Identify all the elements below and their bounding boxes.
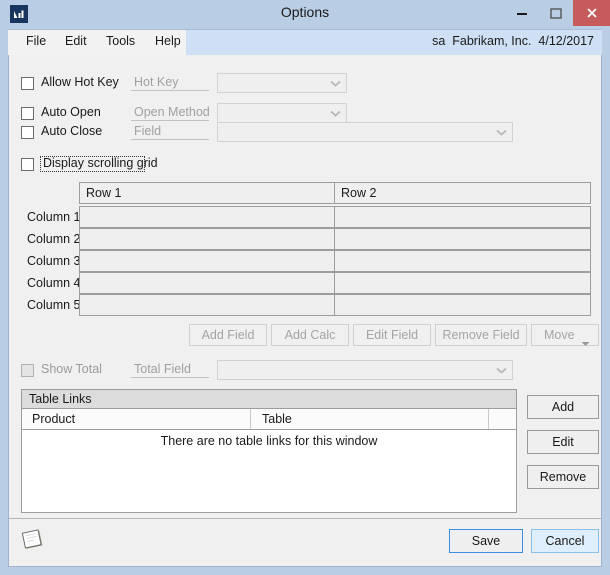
table-links-column-divider-2 [488,409,489,429]
open-method-field-label: Open Method [131,105,210,121]
edit-field-button[interactable]: Edit Field [353,324,431,346]
menu-bar: File Edit Tools Help sa Fabrikam, Inc. 4… [8,29,602,55]
grid-cell-r5c2[interactable] [334,294,591,316]
add-field-button[interactable]: Add Field [189,324,267,346]
open-method-combo[interactable] [217,103,347,123]
remove-field-button[interactable]: Remove Field [435,324,527,346]
display-scrolling-grid-label: Display scrolling grid [43,156,158,170]
auto-open-checkbox[interactable] [21,107,34,120]
menu-item-file[interactable]: File [24,34,48,48]
move-button-label: Move [544,328,575,342]
grid-column-header-row1: Row 1 [79,182,335,204]
show-total-checkbox[interactable] [21,364,34,377]
grid-row-label-column3: Column 3 [27,254,81,268]
add-calc-button[interactable]: Add Calc [271,324,349,346]
total-field-label: Total Field [131,362,209,378]
title-bar: Options [0,0,610,28]
grid-row-label-column1: Column 1 [27,210,81,224]
table-links-column-product: Product [32,412,76,426]
grid-cell-r2c2[interactable] [334,228,591,250]
table-links-title: Table Links [22,390,516,409]
grid-cell-r4c1[interactable] [79,272,335,294]
save-button[interactable]: Save [449,529,523,553]
note-icon[interactable] [21,527,47,553]
grid-cell-r5c1[interactable] [79,294,335,316]
grid-cell-r1c2[interactable] [334,206,591,228]
hot-key-field-label: Hot Key [131,75,209,91]
grid-cell-r1c1[interactable] [79,206,335,228]
move-button[interactable]: Move [531,324,599,346]
grid-cell-r3c1[interactable] [79,250,335,272]
maximize-icon[interactable] [539,0,573,26]
client-area: Allow Hot Key Hot Key Auto Open Open Met… [8,55,602,567]
auto-open-label: Auto Open [41,105,101,119]
cancel-button[interactable]: Cancel [531,529,599,553]
field-combo[interactable] [217,122,513,142]
field-field-label: Field [131,124,209,140]
total-field-combo[interactable] [217,360,513,380]
edit-table-link-button[interactable]: Edit [527,430,599,454]
chevron-down-icon [327,104,344,122]
chevron-down-icon [327,74,344,92]
chevron-down-icon [493,123,510,141]
grid-cell-r4c2[interactable] [334,272,591,294]
grid-row-label-column5: Column 5 [27,298,81,312]
grid-cell-r2c1[interactable] [79,228,335,250]
grid-column-header-row2: Row 2 [334,182,591,204]
auto-close-label: Auto Close [41,124,103,138]
allow-hot-key-checkbox[interactable] [21,77,34,90]
hot-key-combo[interactable] [217,73,347,93]
caret-down-icon [581,333,590,353]
table-links-empty-message: There are no table links for this window [160,434,378,448]
menu-item-tools[interactable]: Tools [104,34,137,48]
menu-item-edit[interactable]: Edit [63,34,89,48]
allow-hot-key-label: Allow Hot Key [41,75,119,89]
table-links-column-table: Table [262,412,292,426]
remove-table-link-button[interactable]: Remove [527,465,599,489]
table-links-header-row: Product Table [22,409,516,430]
table-links-column-divider-1 [250,409,251,429]
footer-divider [9,518,601,519]
close-icon[interactable] [573,0,610,26]
add-table-link-button[interactable]: Add [527,395,599,419]
display-scrolling-grid-checkbox[interactable] [21,158,34,171]
table-links-panel: Table Links Product Table There are no t… [21,389,517,513]
grid-row-label-column2: Column 2 [27,232,81,246]
auto-close-checkbox[interactable] [21,126,34,139]
status-user-company-date: sa Fabrikam, Inc. 4/12/2017 [432,34,594,48]
grid-cell-r3c2[interactable] [334,250,591,272]
menu-item-help[interactable]: Help [153,34,183,48]
show-total-label: Show Total [41,362,102,376]
minimize-icon[interactable] [505,0,539,26]
grid-row-label-column4: Column 4 [27,276,81,290]
options-window: Options File Edit Tools Help sa Fabrikam… [0,0,610,575]
chevron-down-icon [493,361,510,379]
